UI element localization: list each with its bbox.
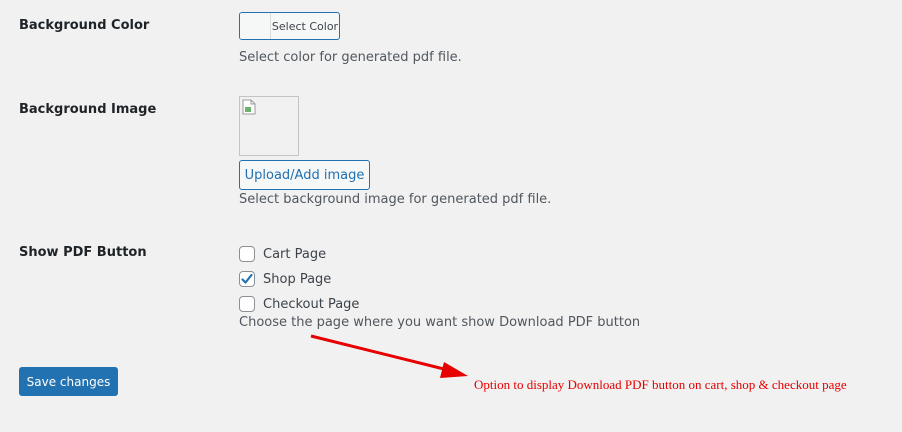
annotation-arrow <box>310 334 468 378</box>
annotation-text: Option to display Download PDF button on… <box>474 377 847 392</box>
